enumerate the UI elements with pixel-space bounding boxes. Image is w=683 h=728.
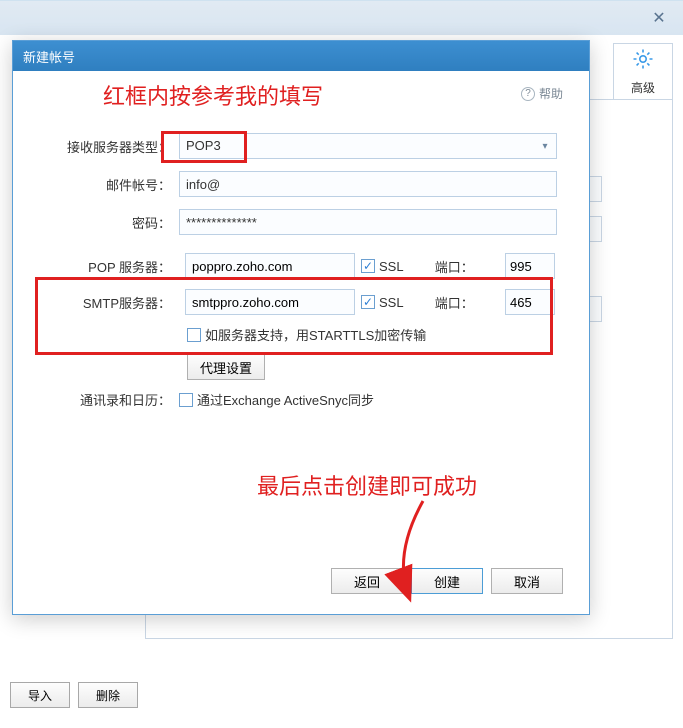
dialog-titlebar: 新建帐号 [13, 41, 589, 71]
back-button[interactable]: 返回 [331, 568, 403, 594]
gear-icon [631, 47, 655, 77]
help-link[interactable]: ? 帮助 [521, 85, 563, 102]
tab-advanced[interactable]: 高级 [613, 43, 673, 99]
mail-account-input[interactable] [179, 171, 557, 197]
create-button[interactable]: 创建 [411, 568, 483, 594]
exchange-sync-label: 通过Exchange ActiveSnyc同步 [197, 390, 374, 409]
label-contacts-calendar: 通讯录和日历： [39, 390, 179, 409]
help-label: 帮助 [539, 85, 563, 102]
annotation-bottom: 最后点击创建即可成功 [257, 469, 477, 501]
starttls-label: 如服务器支持，用STARTTLS加密传输 [205, 325, 426, 344]
smtp-server-input[interactable] [185, 289, 355, 315]
chevron-down-icon: ▾ [534, 134, 556, 158]
server-type-select[interactable]: POP3 ▾ [179, 133, 557, 159]
cancel-button[interactable]: 取消 [491, 568, 563, 594]
parent-close-button[interactable]: ✕ [635, 1, 683, 35]
label-pop-port: 端口： [435, 257, 499, 276]
pop-server-input[interactable] [185, 253, 355, 279]
checkbox-icon [179, 393, 193, 407]
close-icon: ✕ [652, 8, 665, 28]
dialog-title: 新建帐号 [23, 47, 75, 66]
label-password: 密码： [39, 213, 179, 232]
annotation-top: 红框内按参考我的填写 [103, 79, 323, 111]
new-account-dialog: 新建帐号 ? 帮助 红框内按参考我的填写 接收服务器类型： POP3 ▾ 邮件帐… [12, 40, 590, 615]
pop-ssl-checkbox[interactable]: SSL [361, 259, 429, 274]
checkbox-icon [361, 295, 375, 309]
password-input[interactable] [179, 209, 557, 235]
import-button[interactable]: 导入 [10, 682, 70, 708]
ssl-label: SSL [379, 295, 404, 310]
label-smtp-server: SMTP服务器： [39, 293, 179, 312]
delete-button[interactable]: 删除 [78, 682, 138, 708]
pop-port-input[interactable] [505, 253, 555, 279]
starttls-checkbox[interactable]: 如服务器支持，用STARTTLS加密传输 [187, 325, 426, 344]
arrow-icon [343, 495, 463, 615]
server-type-value: POP3 [186, 138, 221, 153]
smtp-ssl-checkbox[interactable]: SSL [361, 295, 429, 310]
label-pop-server: POP 服务器： [39, 257, 179, 276]
label-smtp-port: 端口： [435, 293, 499, 312]
proxy-settings-button[interactable]: 代理设置 [187, 354, 265, 380]
exchange-sync-checkbox[interactable]: 通过Exchange ActiveSnyc同步 [179, 390, 374, 409]
checkbox-icon [361, 259, 375, 273]
checkbox-icon [187, 328, 201, 342]
help-icon: ? [521, 87, 535, 101]
label-server-type: 接收服务器类型： [39, 137, 179, 156]
smtp-port-input[interactable] [505, 289, 555, 315]
ssl-label: SSL [379, 259, 404, 274]
label-mail-account: 邮件帐号： [39, 175, 179, 194]
tab-advanced-label: 高级 [631, 79, 655, 96]
parent-titlebar: ✕ [0, 1, 683, 35]
